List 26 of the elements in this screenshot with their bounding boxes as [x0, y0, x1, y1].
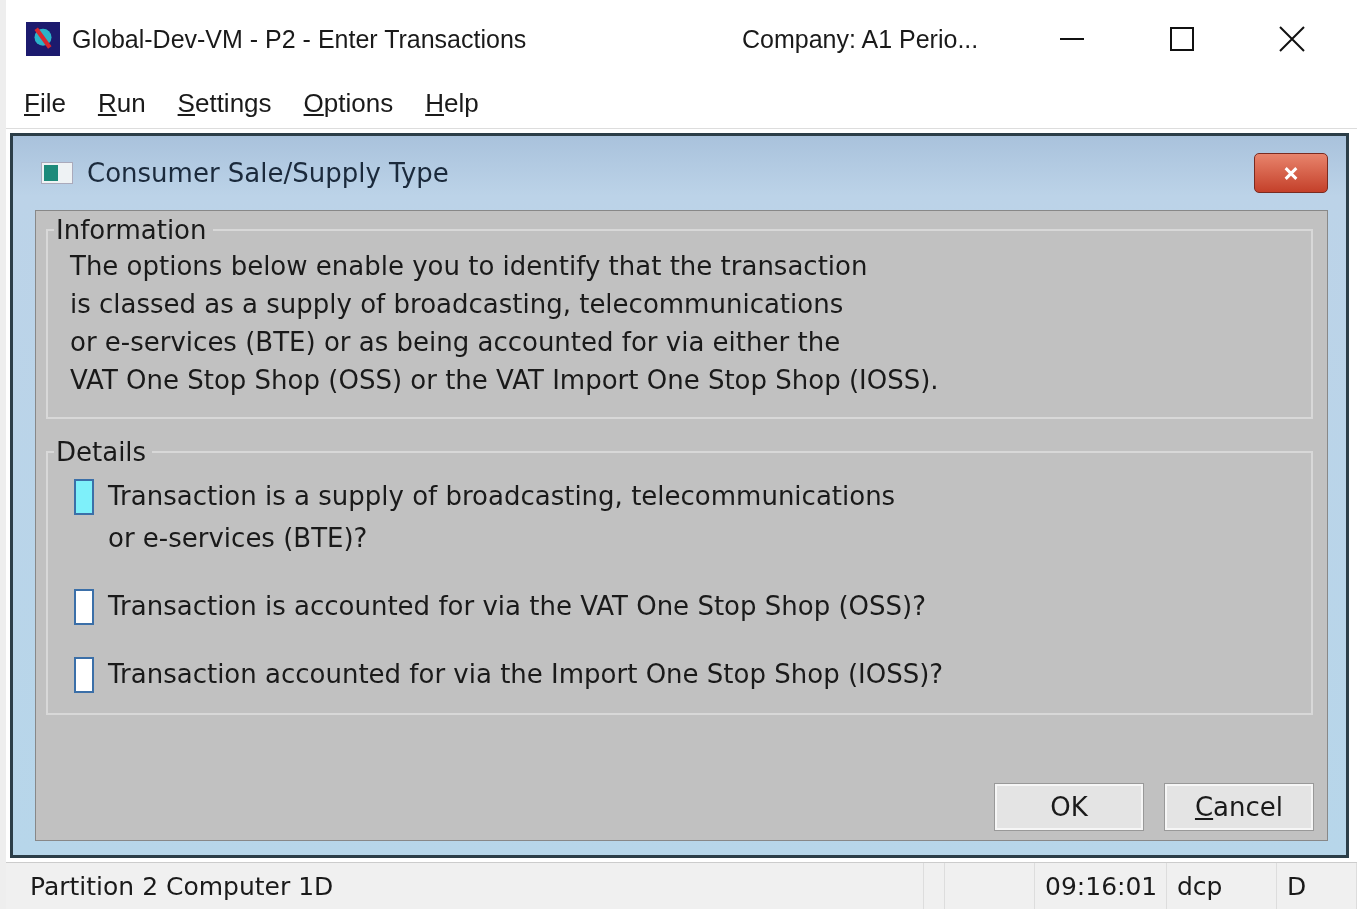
menu-item[interactable]: File	[24, 87, 66, 119]
checkbox[interactable]	[74, 589, 94, 625]
window-title: Global-Dev-VM - P2 - Enter Transactions	[72, 24, 528, 54]
app-icon	[26, 22, 60, 56]
dialog-button[interactable]: OK	[995, 784, 1143, 830]
dialog-title: Consumer Sale/Supply Type	[87, 158, 450, 188]
dialog-button[interactable]: Cancel	[1165, 784, 1313, 830]
group-heading: Information	[55, 215, 208, 245]
information-text: The options below enable you to identify that the transaction is classed as a supply of broadcasting, telecommunications or e-services (BTE) or as being accounted for via either the VAT One Stop Shop (OSS) or the VAT Import One Stop Shop (IOSS).	[70, 250, 940, 397]
checkbox[interactable]	[74, 657, 94, 693]
status-time: 09:16:01	[1035, 863, 1167, 909]
checkbox-label: Transaction is accounted for via the VAT One Stop Shop (OSS)?	[108, 590, 926, 623]
status-flag: D	[1277, 863, 1357, 909]
menu-item[interactable]: Settings	[177, 87, 272, 119]
group-heading: Details	[55, 437, 148, 467]
checkbox[interactable]	[74, 479, 94, 515]
close-button[interactable]	[1254, 153, 1328, 193]
menu-item[interactable]: Help	[425, 87, 479, 119]
checkbox-label: Transaction is a supply of broadcasting, telecommunications or e-services (BTE)?	[108, 480, 896, 555]
menu-item[interactable]: Run	[97, 87, 146, 119]
status-text: Partition 2 Computer 1D	[6, 863, 924, 909]
menu-item[interactable]: Options	[303, 87, 394, 119]
dialog-icon	[41, 162, 73, 184]
window-subtitle: Company: A1 Perio...	[742, 24, 980, 54]
status-user: dcp	[1167, 863, 1277, 909]
checkbox-label: Transaction accounted for via the Import One Stop Shop (IOSS)?	[108, 658, 944, 691]
